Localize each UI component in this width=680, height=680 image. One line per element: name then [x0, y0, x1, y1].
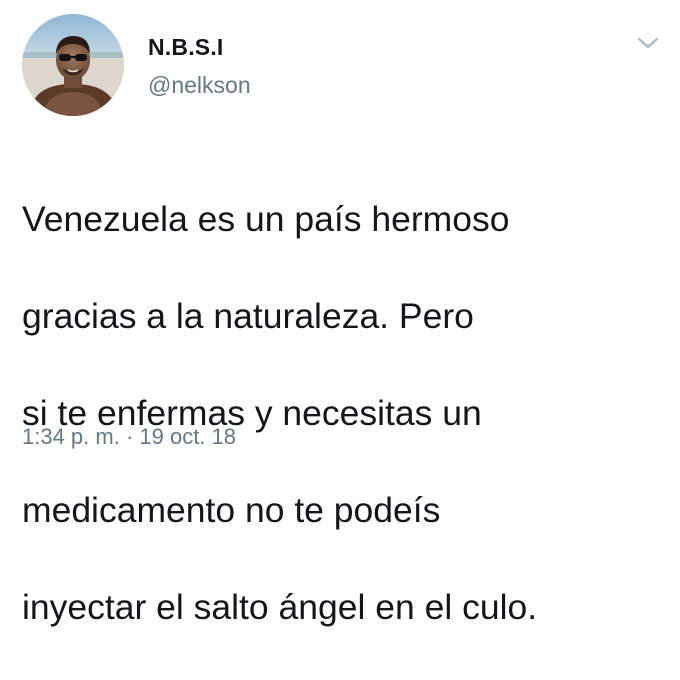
tweet-card: N.B.S.I @nelkson Venezuela es un país he…: [0, 0, 680, 627]
tweet-text-line: medicamento no te podeís: [22, 489, 441, 530]
display-name[interactable]: N.B.S.I: [148, 34, 224, 61]
user-handle[interactable]: @nelkson: [148, 72, 251, 99]
tweet-time: 1:34 p. m.: [22, 424, 120, 449]
meta-separator: ·: [119, 424, 140, 449]
avatar-photo: [22, 14, 124, 116]
tweet-text-line: gracias a la naturaleza. Pero: [22, 295, 474, 336]
tweet-text-line: inyectar el salto ángel en el culo.: [22, 586, 538, 627]
tweet-text-line: Venezuela es un país hermoso: [22, 198, 510, 239]
tweet-timestamp[interactable]: 1:34 p. m. · 19 oct. 18: [22, 424, 236, 450]
chevron-down-icon[interactable]: [634, 30, 662, 56]
tweet-date: 19 oct. 18: [139, 424, 237, 449]
avatar[interactable]: [22, 14, 124, 116]
tweet-text: Venezuela es un país hermoso gracias a l…: [22, 146, 662, 680]
